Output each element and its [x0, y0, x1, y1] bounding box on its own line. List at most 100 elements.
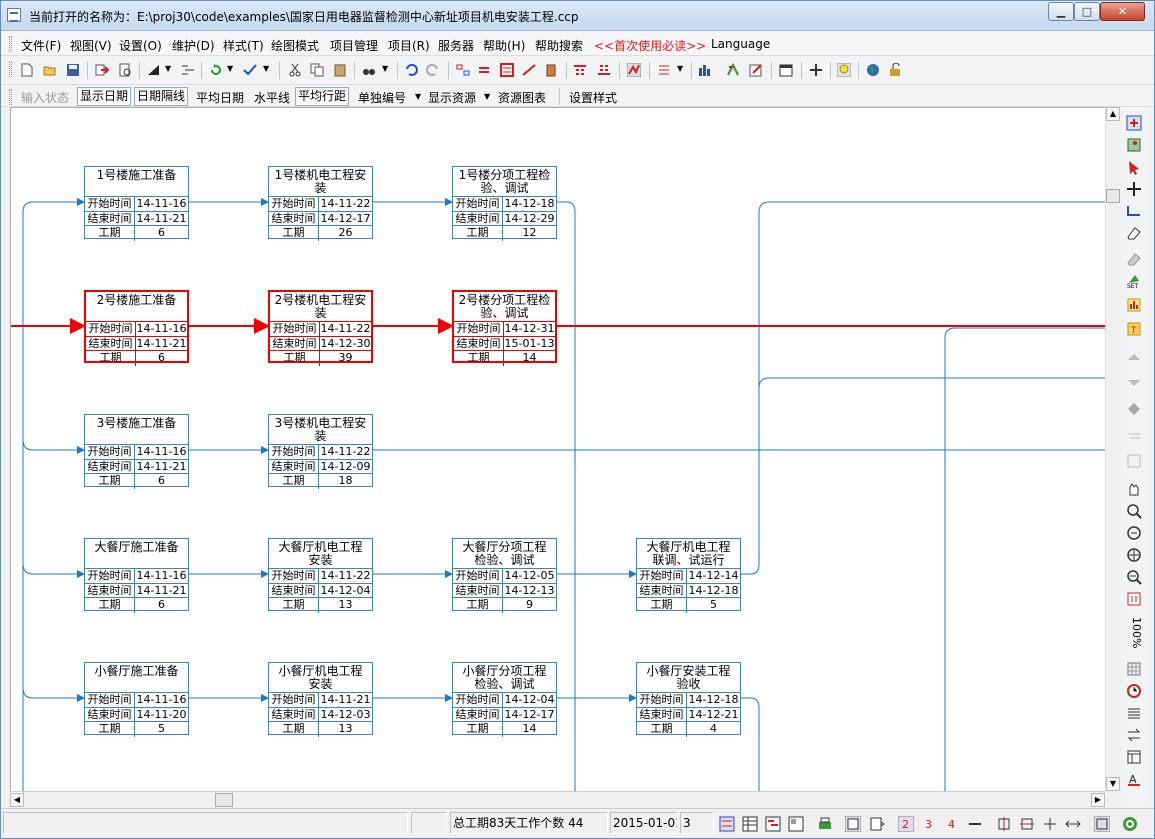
minimize-button[interactable]: ▁ — [1048, 2, 1074, 21]
show-date-button[interactable]: 显示日期 — [77, 87, 132, 106]
swap-icon[interactable] — [1126, 727, 1142, 743]
chevron-down-icon[interactable]: ▼ — [415, 92, 421, 101]
task-node[interactable]: 2号楼施工准备 开始时间 14-11-16 结束时间 14-11-21 工期 6 — [84, 290, 189, 366]
align-bottom-icon[interactable] — [597, 63, 611, 77]
check-icon[interactable] — [243, 63, 257, 77]
align-lines-icon[interactable] — [1126, 429, 1142, 445]
line-draw-icon[interactable] — [522, 63, 536, 77]
horizontal-scroll-thumb[interactable] — [215, 793, 233, 807]
chevron-down-icon[interactable]: ▼ — [227, 64, 233, 73]
task-node[interactable]: 小餐厅机电工程 安装 开始时间 14-11-21 结束时间 14-12-03 工期 13 — [268, 662, 373, 737]
chevron-down-icon[interactable]: ▼ — [382, 64, 388, 73]
unlock-icon[interactable] — [888, 63, 902, 77]
print-preview-icon[interactable] — [118, 63, 132, 77]
network-diagram-canvas[interactable]: 1号楼施工准备 开始时间 14-11-16 结束时间 14-11-21 工期 6 1号楼机电工… — [10, 107, 1105, 791]
scroll-down-icon[interactable]: ▼ — [1106, 777, 1120, 791]
eraser-icon[interactable] — [1126, 225, 1142, 241]
clear-icon[interactable] — [1126, 251, 1142, 267]
task-node[interactable]: 3号楼机电工程安 装开始时间 14-11-22 结束时间 14-12-09 工期 18 — [268, 414, 373, 489]
building-icon[interactable] — [544, 63, 558, 77]
task-node[interactable]: 1号楼分项工程检 验、调试 开始时间 14-12-18 结束时间 14-12-29 工期 1… — [452, 166, 557, 241]
menu-maintain[interactable]: 维护(D) — [172, 37, 215, 54]
find-binoculars-icon[interactable] — [362, 63, 376, 77]
menu-project-manage[interactable]: 项目管理 — [330, 37, 378, 54]
zoom-fit-icon[interactable] — [1126, 525, 1142, 541]
view-table-icon[interactable] — [742, 816, 758, 832]
fullscreen-icon[interactable] — [1094, 816, 1110, 832]
connector-icon[interactable] — [1126, 203, 1142, 219]
task-node[interactable]: 小餐厅施工准备 开始时间 14-11-16 结束时间 14-11-20 工期 5 — [84, 662, 189, 737]
task-node[interactable]: 1号楼施工准备 开始时间 14-11-16 结束时间 14-11-21 工期 6 — [84, 166, 189, 241]
copy-icon[interactable] — [310, 63, 324, 77]
critical-path-icon[interactable] — [627, 63, 641, 77]
view-gantt-icon[interactable] — [765, 816, 781, 832]
average-row-spacing-button[interactable]: 平均行距 — [295, 87, 350, 106]
mode-4-icon[interactable]: 4 — [944, 816, 960, 832]
edit-note-icon[interactable] — [749, 63, 763, 77]
open-folder-icon[interactable] — [43, 63, 57, 77]
show-resources-button[interactable]: 显示资源 — [428, 89, 476, 106]
text-tool-icon[interactable]: T — [1126, 321, 1142, 337]
link-tasks-icon[interactable] — [456, 63, 470, 77]
arrow-link-icon[interactable] — [478, 63, 492, 77]
zoom-in-icon[interactable] — [1126, 503, 1142, 519]
redo-icon[interactable] — [426, 63, 440, 77]
set-label-icon[interactable]: SET — [1126, 273, 1142, 289]
input-state-button[interactable]: 输入状态 — [21, 89, 69, 106]
task-node[interactable]: 大餐厅施工准备 开始时间 14-11-16 结束时间 14-11-21 工期 6 — [84, 538, 189, 613]
task-node[interactable]: 3号楼施工准备 开始时间 14-11-16 结束时间 14-11-21 工期 6 — [84, 414, 189, 489]
chevron-down-icon[interactable]: ▼ — [484, 92, 490, 101]
page-setup-icon[interactable] — [845, 816, 861, 832]
align-rows-icon[interactable] — [1019, 816, 1035, 832]
hand-pan-icon[interactable] — [1126, 481, 1142, 497]
save-icon[interactable] — [66, 63, 80, 77]
align-columns-icon[interactable] — [996, 816, 1012, 832]
insert-node-icon[interactable] — [1126, 115, 1142, 131]
view-layout-icon[interactable] — [788, 816, 804, 832]
set-style-button[interactable]: 设置样式 — [569, 89, 617, 106]
task-node[interactable]: 2号楼分项工程检 验、调试 开始时间 14-12-31 结束时间 15-01-13 工期 1… — [452, 290, 557, 366]
printer-icon[interactable] — [817, 816, 833, 832]
pointer-arrow-icon[interactable] — [1126, 159, 1142, 175]
menu-view[interactable]: 视图(V) — [70, 37, 112, 54]
page-fit-icon[interactable] — [1126, 591, 1142, 607]
paste-icon[interactable] — [333, 63, 347, 77]
layer-down-icon[interactable] — [1126, 373, 1142, 389]
clock-icon[interactable] — [1126, 683, 1142, 699]
close-button[interactable]: ✕ — [1100, 2, 1145, 21]
menu-project[interactable]: 项目(R) — [388, 37, 430, 54]
menu-help[interactable]: 帮助(H) — [483, 37, 525, 54]
horizontal-line-button[interactable]: 水平线 — [254, 89, 290, 106]
map-pin-icon[interactable] — [1126, 137, 1142, 153]
scroll-right-icon[interactable]: ▶ — [1091, 793, 1105, 807]
task-node[interactable]: 小餐厅安装工程 验收 开始时间 14-12-18 结束时间 14-12-21 工期 4 — [636, 662, 741, 737]
node-box-icon[interactable] — [500, 63, 514, 77]
chevron-down-icon[interactable]: ▼ — [165, 64, 171, 73]
fill-triangle-icon[interactable] — [147, 63, 161, 77]
align-top-icon[interactable] — [573, 63, 587, 77]
export-icon[interactable] — [95, 63, 109, 77]
menu-style[interactable]: 样式(T) — [223, 37, 264, 54]
scroll-left-icon[interactable]: ◀ — [10, 793, 24, 807]
export-page-icon[interactable] — [869, 816, 885, 832]
font-color-icon[interactable]: A — [1126, 771, 1142, 787]
grid-icon[interactable] — [1126, 453, 1142, 469]
tag-icon[interactable] — [1126, 401, 1142, 417]
menu-settings[interactable]: 设置(O) — [119, 37, 162, 54]
menu-help-search[interactable]: 帮助搜索 — [535, 37, 583, 54]
resource-chart-button[interactable]: 资源图表 — [498, 89, 546, 106]
globe-icon[interactable] — [866, 63, 880, 77]
mode-3-icon[interactable]: 3 — [921, 816, 937, 832]
menu-server[interactable]: 服务器 — [438, 37, 474, 54]
refresh-icon[interactable] — [209, 63, 223, 77]
task-node[interactable]: 大餐厅机电工程 联调、试运行 开始时间 14-12-14 结束时间 14-12-18 工期… — [636, 538, 741, 613]
window-layout-icon[interactable] — [1126, 749, 1142, 765]
task-node[interactable]: 小餐厅分项工程 检验、调试 开始时间 14-12-04 结束时间 14-12-17 工期 1… — [452, 662, 557, 737]
split-horizontal-icon[interactable] — [967, 816, 983, 832]
undo-icon[interactable] — [404, 63, 418, 77]
vertical-scrollbar[interactable]: ▲ ▼ — [1105, 107, 1120, 791]
indent-icon[interactable] — [181, 63, 195, 77]
center-icon[interactable] — [1042, 816, 1058, 832]
vertical-scroll-thumb[interactable] — [1106, 189, 1120, 203]
view-network-icon[interactable] — [719, 816, 735, 832]
